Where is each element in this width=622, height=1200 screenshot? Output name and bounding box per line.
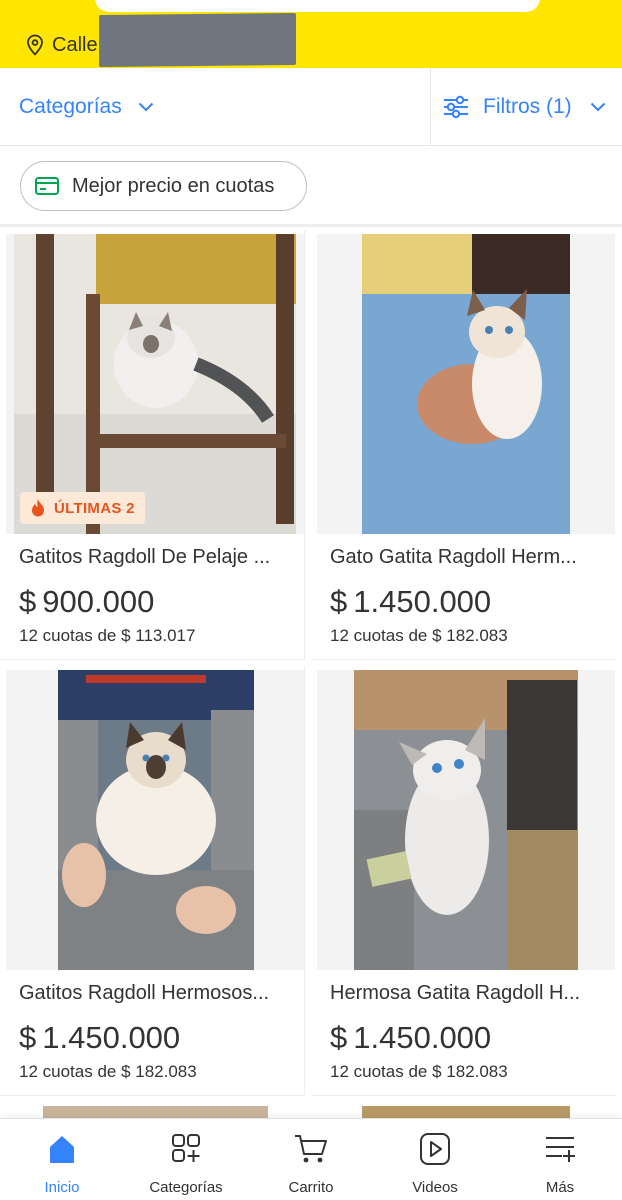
next-product-image-peek xyxy=(43,1106,268,1118)
address-label: Calle xyxy=(52,33,98,56)
filter-bar: Categorías Filtros (1) xyxy=(0,68,622,146)
nav-categories[interactable]: Categorías xyxy=(124,1119,248,1200)
quick-filter-row: Mejor precio en cuotas xyxy=(0,147,622,227)
installments-text: 12 cuotas de $ 182.083 xyxy=(330,1062,508,1081)
installments-text: 12 cuotas de $ 182.083 xyxy=(330,626,508,645)
currency-symbol: $ xyxy=(19,1020,37,1055)
last-units-badge: ÚLTIMAS 2 xyxy=(20,492,145,524)
product-photo xyxy=(14,234,296,534)
categories-label: Categorías xyxy=(19,95,122,118)
price-amount: 900.000 xyxy=(42,584,155,619)
divider xyxy=(430,68,431,146)
product-price: $1.450.000 xyxy=(330,1020,491,1056)
bottom-navigation: Inicio Categorías Carrito Videos Más xyxy=(0,1118,622,1200)
price-amount: 1.450.000 xyxy=(42,1020,181,1055)
product-title[interactable]: Gatitos Ragdoll Hermosos... xyxy=(19,982,299,1005)
product-photo xyxy=(362,234,570,534)
filters-dropdown[interactable]: Filtros (1) xyxy=(443,90,606,124)
product-image[interactable] xyxy=(317,670,615,970)
nav-label: Categorías xyxy=(149,1179,223,1196)
product-image[interactable] xyxy=(317,234,615,534)
price-amount: 1.450.000 xyxy=(353,1020,492,1055)
product-price: $1.450.000 xyxy=(19,1020,180,1056)
nav-videos[interactable]: Videos xyxy=(373,1119,497,1200)
filters-label: Filtros (1) xyxy=(483,95,572,118)
product-card[interactable]: Hermosa Gatita Ragdoll H... $1.450.000 1… xyxy=(311,666,616,1096)
nav-home[interactable]: Inicio xyxy=(0,1119,124,1200)
chevron-down-icon xyxy=(138,102,153,112)
product-title[interactable]: Hermosa Gatita Ragdoll H... xyxy=(330,982,610,1005)
product-photo xyxy=(354,670,578,970)
nav-label: Carrito xyxy=(288,1179,334,1196)
location-pin-icon xyxy=(27,34,43,56)
nav-label: Más xyxy=(545,1179,575,1196)
more-icon xyxy=(546,1137,575,1162)
search-bar[interactable] xyxy=(95,0,540,12)
next-product-image-peek xyxy=(362,1106,570,1118)
badge-label: ÚLTIMAS 2 xyxy=(54,499,135,517)
currency-symbol: $ xyxy=(330,584,348,619)
product-card[interactable]: Gato Gatita Ragdoll Herm... $1.450.000 1… xyxy=(311,230,616,660)
cart-icon xyxy=(295,1135,327,1163)
chip-label: Mejor precio en cuotas xyxy=(72,174,275,197)
nav-label: Inicio xyxy=(44,1179,80,1196)
product-photo xyxy=(58,670,254,970)
chevron-down-icon xyxy=(590,102,605,112)
top-header: Calle xyxy=(0,0,622,68)
redacted-address xyxy=(99,12,296,68)
product-grid: ÚLTIMAS 2 Gatitos Ragdoll De Pelaje ... … xyxy=(0,230,622,1118)
currency-symbol: $ xyxy=(330,1020,348,1055)
flame-icon xyxy=(32,499,44,517)
nav-cart[interactable]: Carrito xyxy=(249,1119,373,1200)
categories-dropdown[interactable]: Categorías xyxy=(19,90,154,124)
product-card[interactable]: Gatitos Ragdoll Hermosos... $1.450.000 1… xyxy=(0,666,305,1096)
categories-icon xyxy=(172,1134,200,1162)
delivery-address[interactable]: Calle xyxy=(26,31,98,59)
video-icon xyxy=(420,1133,450,1165)
product-card[interactable]: ÚLTIMAS 2 Gatitos Ragdoll De Pelaje ... … xyxy=(0,230,305,660)
product-price: $1.450.000 xyxy=(330,584,491,620)
home-icon xyxy=(50,1136,74,1163)
nav-label: Videos xyxy=(412,1179,458,1196)
currency-symbol: $ xyxy=(19,584,37,619)
price-amount: 1.450.000 xyxy=(353,584,492,619)
product-title[interactable]: Gatitos Ragdoll De Pelaje ... xyxy=(19,546,299,569)
installments-text: 12 cuotas de $ 182.083 xyxy=(19,1062,197,1081)
product-price: $900.000 xyxy=(19,584,154,620)
installments-text: 12 cuotas de $ 113.017 xyxy=(19,626,196,645)
sliders-icon xyxy=(444,95,468,119)
best-installment-price-chip[interactable]: Mejor precio en cuotas xyxy=(20,161,307,211)
credit-card-icon xyxy=(35,177,59,195)
product-image[interactable]: ÚLTIMAS 2 xyxy=(6,234,304,534)
product-title[interactable]: Gato Gatita Ragdoll Herm... xyxy=(330,546,610,569)
product-image[interactable] xyxy=(6,670,304,970)
nav-more[interactable]: Más xyxy=(498,1119,622,1200)
